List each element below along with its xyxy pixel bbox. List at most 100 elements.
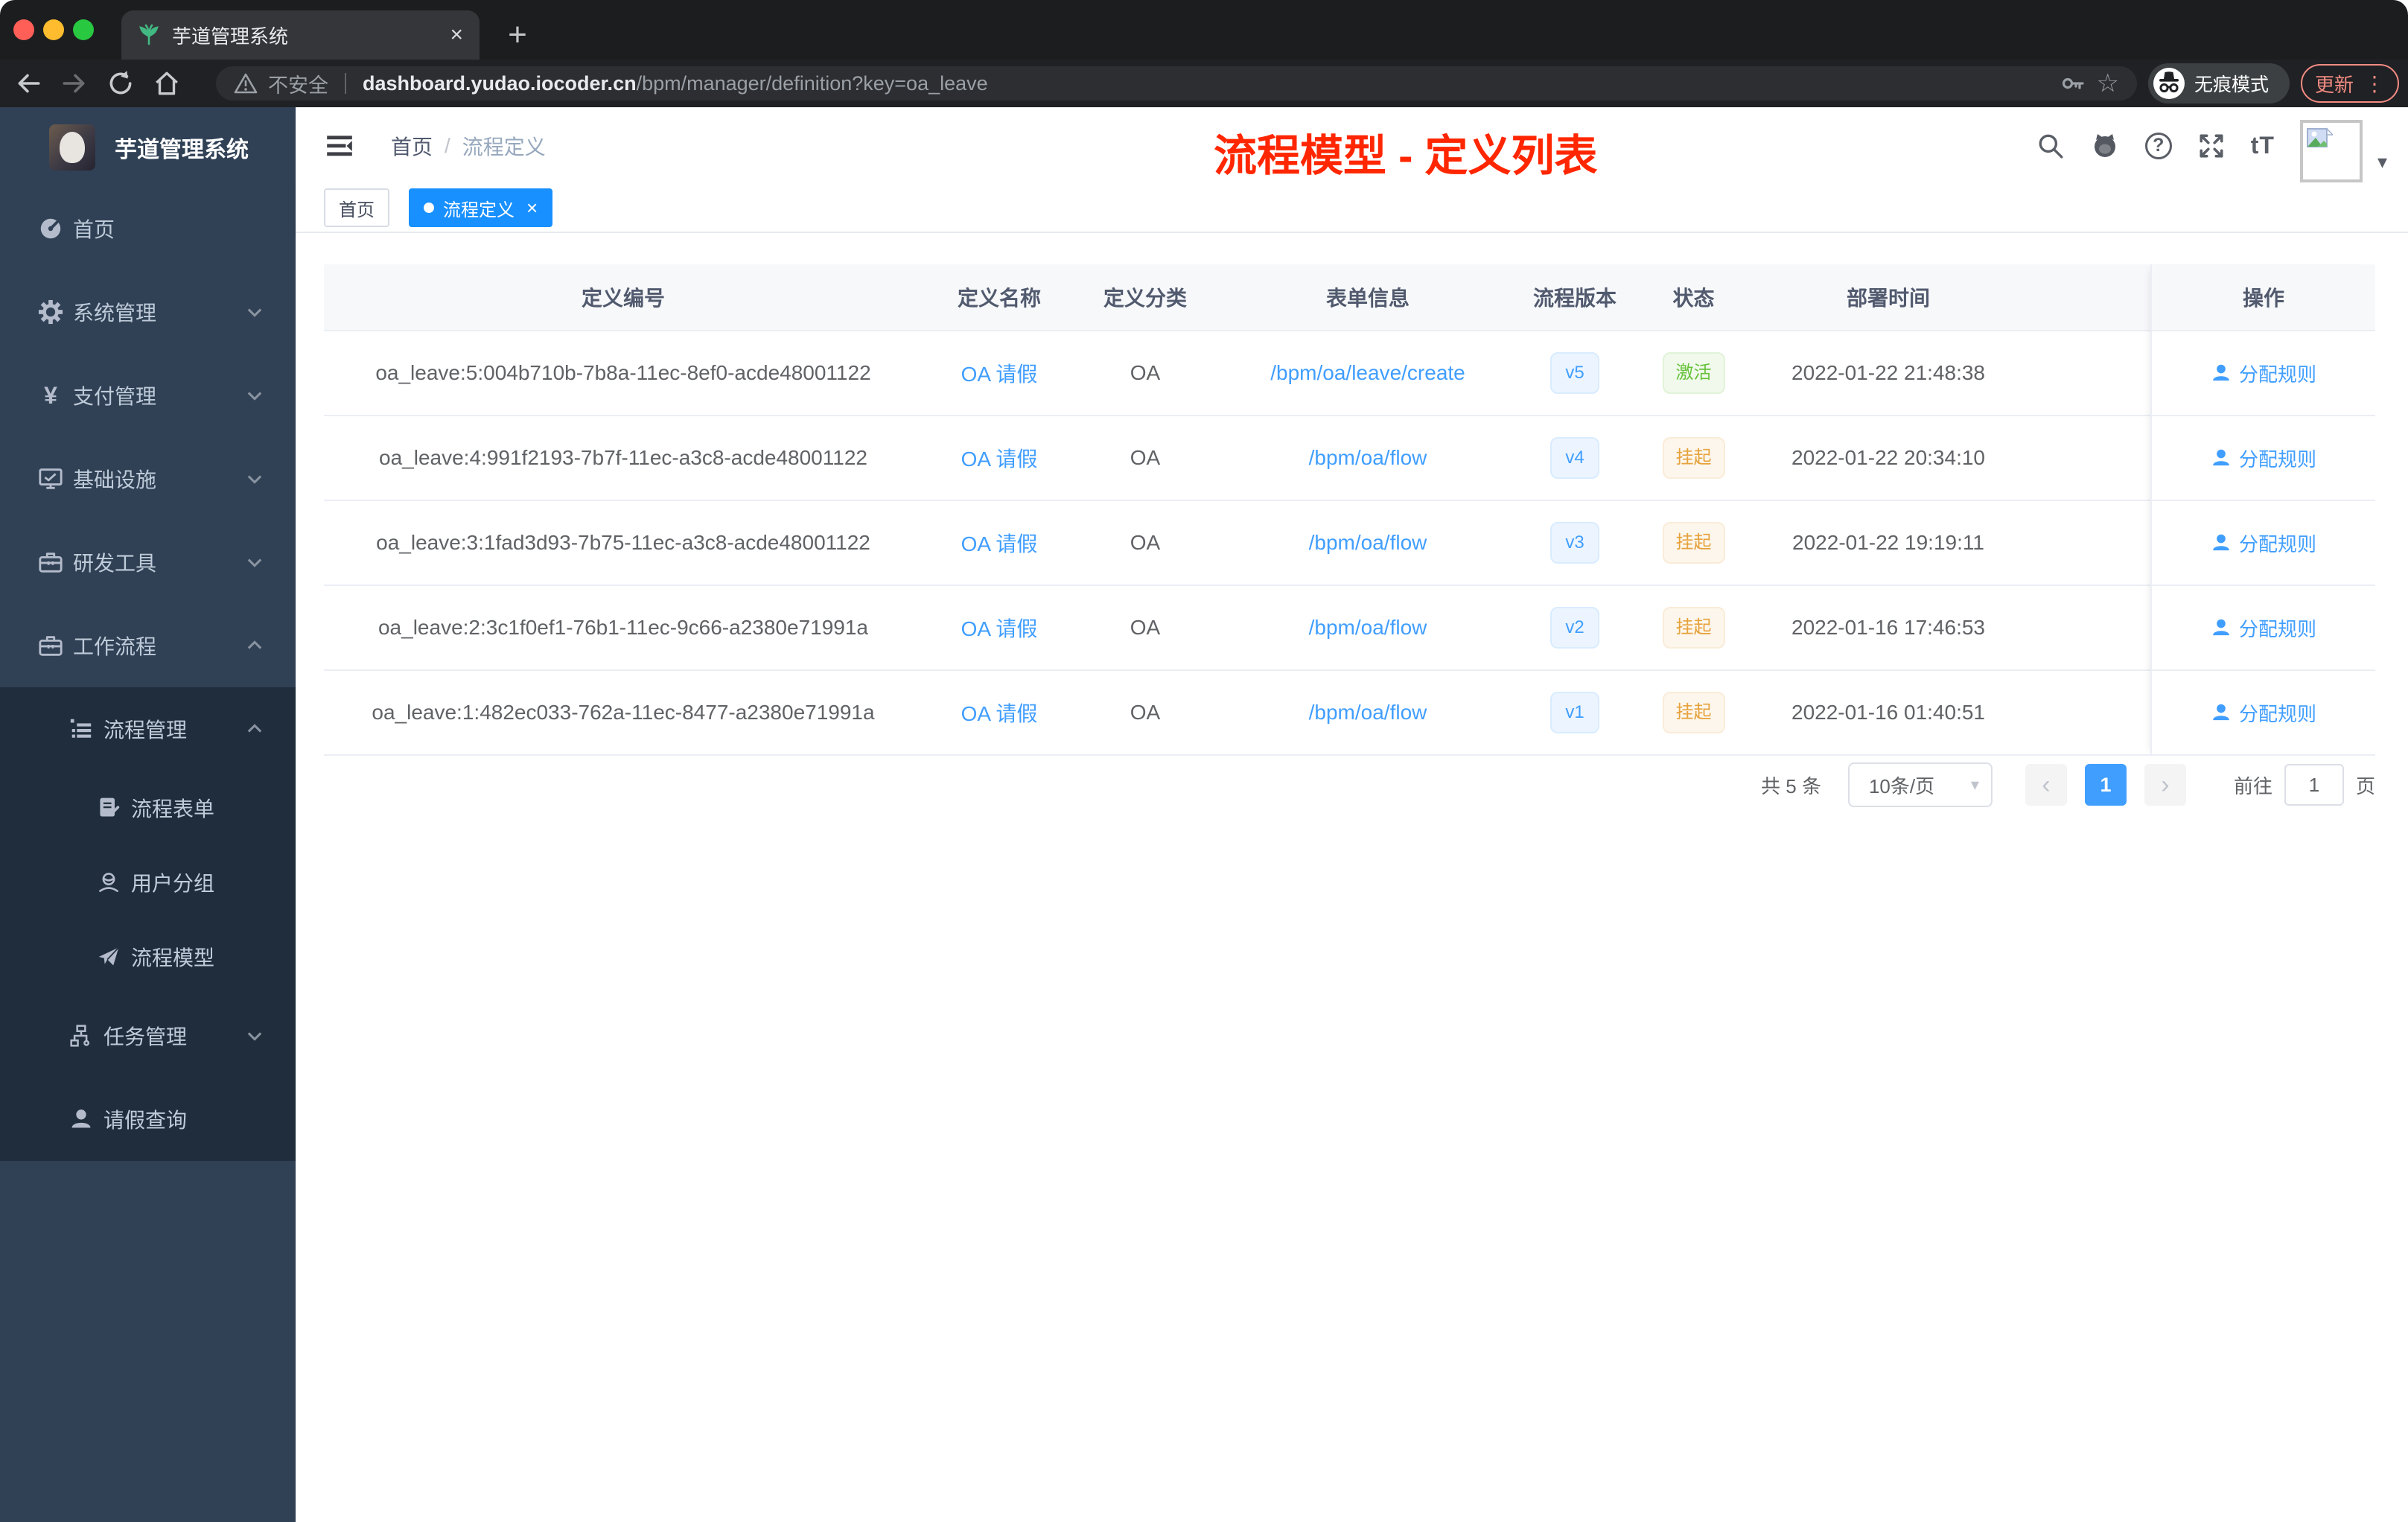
sidebar-item-label: 用户分组	[131, 872, 215, 895]
sidebar-logo-row[interactable]: 芋道管理系统	[0, 107, 296, 187]
home-icon[interactable]	[149, 66, 185, 101]
sidebar-item-payment[interactable]: ¥ 支付管理	[0, 354, 296, 437]
page-content: 定义编号 定义名称 定义分类 表单信息 流程版本 状态 部署时间 oa_leav…	[296, 233, 2408, 1522]
breadcrumb-current: 流程定义	[462, 135, 546, 159]
definition-name-link[interactable]: OA 请假	[961, 702, 1038, 725]
github-icon[interactable]	[2090, 131, 2120, 161]
assign-rule-link[interactable]: 分配规则	[2152, 586, 2375, 671]
version-tag: v4	[1550, 437, 1599, 479]
browser-update-button[interactable]: 更新 ⋮	[2301, 64, 2399, 103]
sidebar-item-infrastructure[interactable]: 基础设施	[0, 437, 296, 520]
fullscreen-icon[interactable]	[2197, 132, 2226, 160]
bookmark-star-icon[interactable]: ☆	[2097, 69, 2119, 98]
url-bar[interactable]: 不安全 dashboard.yudao.iocoder.cn/bpm/manag…	[216, 66, 2137, 101]
sidebar-item-label: 流程模型	[131, 946, 215, 969]
tab-close-icon[interactable]: ×	[450, 22, 463, 48]
forward-icon[interactable]	[57, 66, 92, 101]
sidebar-item-process-form[interactable]: 流程表单	[0, 771, 296, 845]
sidebar-menu: 首页 系统管理 ¥ 支付管理 基础设施 研发工具 工作流程 流程管理 流程表单 …	[0, 187, 296, 1161]
sidebar-item-user-group[interactable]: 用户分组	[0, 845, 296, 920]
avatar[interactable]	[2299, 119, 2363, 182]
goto-page-input[interactable]	[2284, 764, 2344, 806]
table-row: oa_leave:1:482ec033-762a-11ec-8477-a2380…	[324, 671, 2375, 756]
chevron-down-icon	[246, 390, 263, 401]
close-window-button[interactable]	[13, 19, 34, 40]
sidebar-item-task-management[interactable]: 任务管理	[0, 994, 296, 1077]
browser-menu-kebab-icon[interactable]: ⋮	[2364, 71, 2385, 96]
status-badge: 激活	[1662, 352, 1725, 394]
assign-rule-link[interactable]: 分配规则	[2152, 331, 2375, 416]
form-link[interactable]: /bpm/oa/flow	[1309, 616, 1427, 639]
sidebar-item-workflow[interactable]: 工作流程	[0, 604, 296, 687]
user-icon	[2211, 702, 2232, 723]
cell-deploy-time: 2022-01-22 20:34:10	[1791, 446, 1985, 469]
incognito-badge: 无痕模式	[2148, 63, 2290, 104]
sidebar-item-dev-tools[interactable]: 研发工具	[0, 520, 296, 604]
table-row: oa_leave:2:3c1f0ef1-76b1-11ec-9c66-a2380…	[324, 586, 2375, 671]
browser-chrome: 芋道管理系统 × + 不安全 dashboard.yudao.iocoder.c…	[0, 0, 2408, 107]
definition-table: 定义编号 定义名称 定义分类 表单信息 流程版本 状态 部署时间 oa_leav…	[324, 264, 2375, 756]
minimize-window-button[interactable]	[43, 19, 64, 40]
window-controls[interactable]	[13, 19, 94, 40]
definition-name-link[interactable]: OA 请假	[961, 363, 1038, 386]
definition-name-link[interactable]: OA 请假	[961, 448, 1038, 471]
sidebar-item-process-model[interactable]: 流程模型	[0, 920, 296, 994]
new-tab-button[interactable]: +	[497, 15, 538, 55]
sidebar-item-system[interactable]: 系统管理	[0, 270, 296, 354]
form-edit-icon	[95, 796, 122, 820]
help-icon[interactable]: ?	[2144, 132, 2172, 159]
version-tag: v3	[1550, 522, 1599, 564]
form-link[interactable]: /bpm/oa/flow	[1309, 531, 1427, 554]
assign-rule-link[interactable]: 分配规则	[2152, 416, 2375, 501]
sidebar-collapse-icon[interactable]	[324, 130, 355, 162]
chevron-up-icon	[246, 724, 263, 734]
cell-deploy-time: 2022-01-22 21:48:38	[1791, 361, 1985, 384]
text-size-icon[interactable]: tT	[2251, 132, 2275, 159]
avatar-caret-down-icon[interactable]: ▾	[2377, 150, 2387, 173]
form-link[interactable]: /bpm/oa/flow	[1309, 701, 1427, 724]
back-icon[interactable]	[10, 66, 46, 101]
update-label: 更新	[2314, 73, 2354, 96]
user-icon	[2211, 363, 2232, 383]
monitor-icon	[37, 466, 64, 491]
page-annotation-title: 流程模型 - 定义列表	[1214, 132, 1598, 180]
breadcrumb-home[interactable]: 首页	[391, 131, 433, 161]
url-text[interactable]: dashboard.yudao.iocoder.cn/bpm/manager/d…	[363, 72, 2049, 95]
definition-name-link[interactable]: OA 请假	[961, 617, 1038, 640]
page-size-select[interactable]: 10条/页 ▾	[1847, 762, 1993, 807]
navbar-actions: ? tT ▾	[2036, 109, 2387, 182]
assign-rule-label: 分配规则	[2238, 448, 2316, 471]
sidebar-item-label: 任务管理	[103, 1025, 188, 1048]
tag-process-definition[interactable]: 流程定义 ×	[409, 188, 553, 227]
top-navbar: 首页 / 流程定义 流程模型 - 定义列表 ? tT ▾	[296, 107, 2408, 184]
form-link[interactable]: /bpm/oa/leave/create	[1270, 361, 1465, 384]
password-key-icon[interactable]	[2060, 70, 2086, 97]
chevron-up-icon	[246, 640, 263, 651]
status-badge: 挂起	[1662, 522, 1725, 564]
search-icon[interactable]	[2036, 132, 2065, 160]
assign-rule-link[interactable]: 分配规则	[2152, 501, 2375, 586]
reload-icon[interactable]	[103, 66, 138, 101]
definition-name-link[interactable]: OA 请假	[961, 532, 1038, 555]
form-link[interactable]: /bpm/oa/flow	[1309, 446, 1427, 469]
assign-rule-link[interactable]: 分配规则	[2152, 671, 2375, 756]
gear-icon	[37, 299, 64, 325]
sidebar-item-process-management[interactable]: 流程管理	[0, 687, 296, 771]
column-header: 表单信息	[1325, 287, 1410, 310]
security-label: 不安全	[268, 74, 328, 97]
browser-tab[interactable]: 芋道管理系统 ×	[121, 10, 480, 60]
page-unit-label: 页	[2355, 774, 2375, 797]
pagination-total: 共 5 条	[1761, 774, 1821, 797]
sidebar-item-leave-query[interactable]: 请假查询	[0, 1077, 296, 1161]
tag-home[interactable]: 首页	[324, 188, 389, 227]
sidebar-item-home[interactable]: 首页	[0, 187, 296, 270]
zoom-window-button[interactable]	[73, 19, 94, 40]
app-title: 芋道管理系统	[115, 137, 249, 162]
tag-close-icon[interactable]: ×	[526, 197, 538, 220]
column-header: 定义分类	[1103, 287, 1187, 310]
browser-tab-bar: 芋道管理系统 × +	[0, 0, 2408, 60]
next-page-button[interactable]: ›	[2144, 764, 2186, 806]
cell-definition-id: oa_leave:4:991f2193-7b7f-11ec-a3c8-acde4…	[379, 446, 867, 469]
prev-page-button[interactable]: ‹	[2025, 764, 2067, 806]
current-page-button[interactable]: 1	[2084, 764, 2127, 806]
